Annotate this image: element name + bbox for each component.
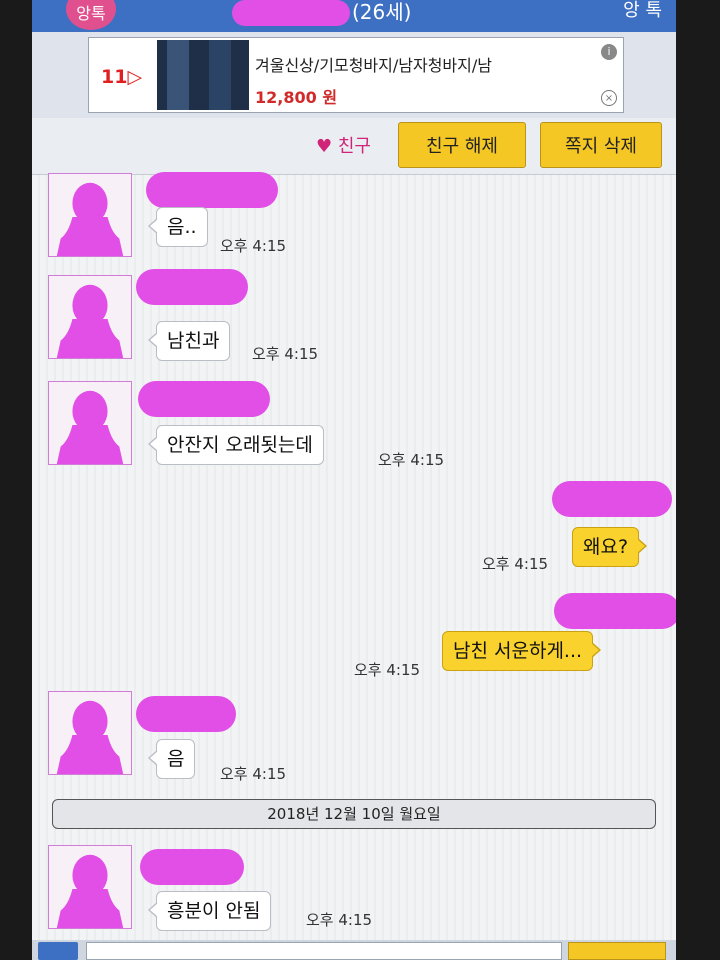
compose-bar [32, 940, 676, 960]
header-action[interactable]: 앙 톡 [623, 0, 662, 22]
redacted-name [136, 696, 236, 732]
message-bubble: 음.. [148, 207, 208, 247]
redacted-name [554, 593, 676, 629]
avatar-icon[interactable] [48, 381, 132, 465]
avatar-icon[interactable] [48, 845, 132, 929]
person-silhouette-icon [56, 182, 124, 256]
message-time: 오후 4:15 [306, 911, 373, 929]
ad-title: 겨울신상/기모청바지/남자청바지/남 [255, 56, 492, 75]
person-silhouette-icon [56, 854, 124, 928]
top-bar: 앙톡 (26세) 앙 톡 [32, 0, 676, 32]
avatar-icon[interactable] [48, 275, 132, 359]
message-time: 오후 4:15 [220, 765, 287, 783]
title-age: (26세) [352, 0, 412, 24]
app-logo[interactable]: 앙톡 [66, 0, 116, 30]
ad-product-image [157, 40, 249, 110]
ad-banner-area: 11▷ 겨울신상/기모청바지/남자청바지/남 12,800 원 i × [32, 32, 676, 118]
message-bubble: 남친과 [147, 321, 231, 361]
app-logo-text: 앙톡 [76, 4, 106, 23]
message-list[interactable]: 음.. 오후 4:15 남친과 오후 4:15 안잔지 오래됫는데 오후 4:1… [32, 172, 676, 940]
message-time: 오후 4:15 [252, 345, 319, 363]
person-silhouette-icon [56, 284, 124, 358]
avatar-icon[interactable] [48, 173, 132, 257]
person-silhouette-icon [56, 700, 124, 774]
action-bar: ♥ 친구 친구 해제 쪽지 삭제 [32, 118, 676, 175]
ad-brand-logo: 11▷ [101, 66, 143, 88]
redacted-name [138, 381, 270, 417]
ad-banner[interactable]: 11▷ 겨울신상/기모청바지/남자청바지/남 12,800 원 i × [88, 37, 624, 113]
unfriend-button[interactable]: 친구 해제 [398, 122, 526, 168]
redacted-name [136, 269, 248, 305]
redacted-name [140, 849, 244, 885]
friend-label: ♥ 친구 [316, 136, 371, 157]
redacted-name [552, 481, 672, 517]
avatar-icon[interactable] [48, 691, 132, 775]
redacted-name [146, 172, 278, 208]
message-time: 오후 4:15 [220, 237, 287, 255]
attach-button[interactable] [38, 942, 78, 960]
send-button[interactable] [568, 942, 666, 960]
chat-title: (26세) [232, 0, 411, 30]
chat-screen: 앙톡 (26세) 앙 톡 11▷ 겨울신상/기모청바지/남자청바지/남 12,8… [32, 0, 676, 960]
ad-close-icon[interactable]: × [601, 90, 617, 106]
message-input[interactable] [86, 942, 562, 960]
message-bubble: 남친 서운하게... [442, 631, 602, 671]
message-time: 오후 4:15 [482, 555, 549, 573]
message-bubble: 안잔지 오래됫는데 [148, 425, 324, 465]
message-bubble: 음 [147, 739, 196, 779]
message-bubble: 왜요? [572, 527, 648, 567]
date-divider: 2018년 12월 10일 월요일 [52, 799, 656, 829]
person-silhouette-icon [56, 390, 124, 464]
info-icon[interactable]: i [601, 44, 617, 60]
message-bubble: 흥분이 안됨 [147, 891, 272, 931]
delete-message-button[interactable]: 쪽지 삭제 [540, 122, 662, 168]
redacted-username [232, 0, 350, 26]
message-time: 오후 4:15 [354, 661, 421, 679]
ad-price: 12,800 원 [255, 88, 338, 107]
message-time: 오후 4:15 [378, 451, 445, 469]
